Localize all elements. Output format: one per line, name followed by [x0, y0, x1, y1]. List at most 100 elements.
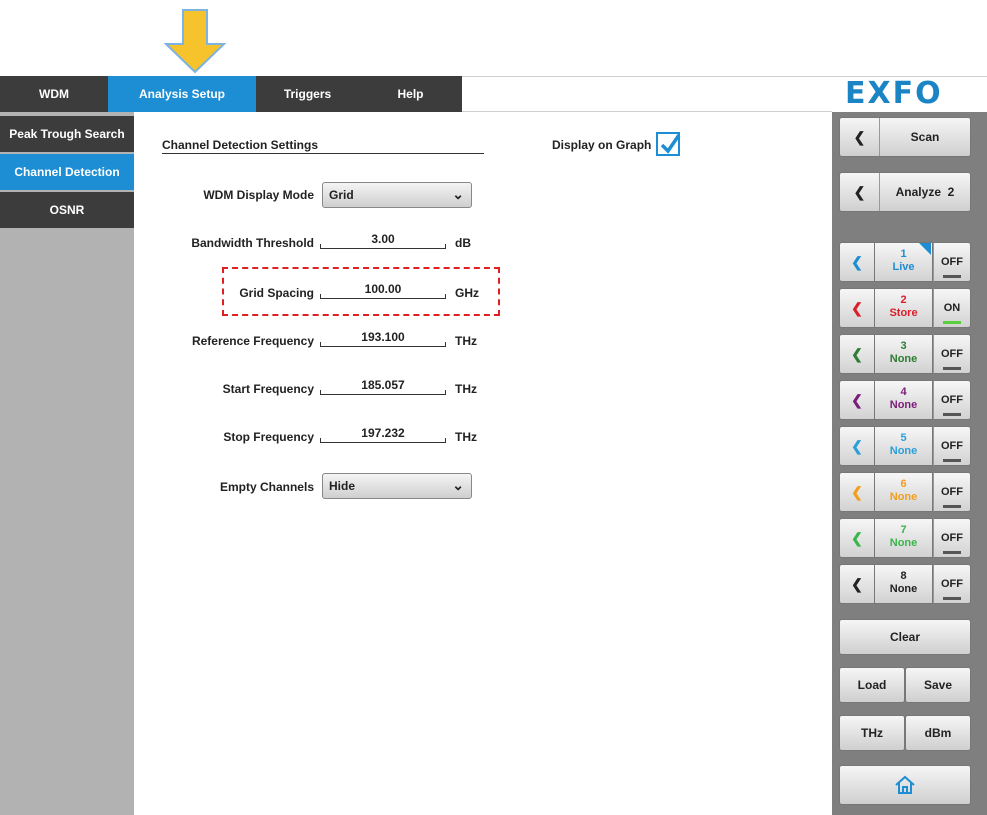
stop-frequency-value: 197.232: [361, 426, 405, 440]
left-sidebar: Peak Trough Search Channel Detection OSN…: [0, 112, 146, 815]
grid-spacing-label: Grid Spacing: [239, 286, 314, 300]
sidebar-item-osnr[interactable]: OSNR: [0, 192, 134, 228]
empty-channels-value: Hide: [329, 479, 356, 493]
tab-wdm[interactable]: WDM: [0, 76, 108, 112]
start-frequency-label: Start Frequency: [222, 382, 314, 396]
home-button[interactable]: [839, 765, 971, 805]
trace-number: 4: [900, 386, 907, 398]
state-indicator-icon: [943, 413, 961, 416]
state-indicator-icon: [943, 275, 961, 278]
reference-frequency-label: Reference Frequency: [191, 334, 314, 348]
trace-state: OFF: [941, 348, 963, 360]
trace-state: OFF: [941, 532, 963, 544]
scan-button[interactable]: ❮ Scan: [839, 117, 971, 157]
wdm-display-mode-select[interactable]: Grid ⌄: [322, 182, 472, 208]
start-frequency-field[interactable]: 185.057: [318, 378, 448, 398]
trace-toggle[interactable]: OFF: [933, 472, 971, 512]
trace-name: None: [889, 445, 918, 457]
trace-row: ❮ 8 None OFF: [839, 564, 971, 604]
trace-state: OFF: [941, 394, 963, 406]
reference-frequency-field[interactable]: 193.100: [318, 330, 448, 350]
chevron-left-icon[interactable]: ❮: [839, 518, 875, 558]
trace-selector[interactable]: 6 None: [875, 472, 933, 512]
clear-label: Clear: [889, 630, 921, 644]
chevron-left-icon[interactable]: ❮: [839, 288, 875, 328]
trace-toggle[interactable]: OFF: [933, 380, 971, 420]
trace-number: 2: [900, 294, 907, 306]
chevron-down-icon: ⌄: [452, 477, 464, 493]
thz-unit-button[interactable]: THz: [839, 715, 905, 751]
trace-state: OFF: [941, 486, 963, 498]
trace-row: ❮ 5 None OFF: [839, 426, 971, 466]
trace-selector[interactable]: 2 Store: [875, 288, 933, 328]
chevron-left-icon: ❮: [840, 118, 880, 156]
tab-triggers[interactable]: Triggers: [256, 76, 359, 112]
trace-toggle[interactable]: OFF: [933, 518, 971, 558]
trace-toggle[interactable]: OFF: [933, 426, 971, 466]
chevron-left-icon[interactable]: ❮: [839, 380, 875, 420]
trace-number: 5: [900, 432, 907, 444]
wdm-display-mode-value: Grid: [329, 188, 354, 202]
chevron-left-icon[interactable]: ❮: [839, 472, 875, 512]
chevron-left-icon[interactable]: ❮: [839, 334, 875, 374]
trace-number: 6: [900, 478, 907, 490]
save-button[interactable]: Save: [905, 667, 971, 703]
trace-name: None: [889, 491, 918, 503]
dbm-label: dBm: [924, 726, 952, 740]
sidebar-item-channel-detection[interactable]: Channel Detection: [0, 154, 146, 190]
load-button[interactable]: Load: [839, 667, 905, 703]
load-label: Load: [857, 678, 887, 692]
state-indicator-icon: [943, 505, 961, 508]
trace-toggle[interactable]: OFF: [933, 242, 971, 282]
chevron-down-icon: ⌄: [452, 186, 464, 202]
grid-spacing-unit: GHz: [455, 286, 479, 300]
trace-selector[interactable]: 5 None: [875, 426, 933, 466]
bandwidth-threshold-value: 3.00: [371, 232, 395, 246]
trace-name: Store: [889, 307, 918, 319]
trace-row: ❮ 3 None OFF: [839, 334, 971, 374]
grid-spacing-field[interactable]: 100.00: [318, 282, 448, 302]
trace-number: 7: [900, 524, 907, 536]
trace-name: None: [889, 583, 918, 595]
trace-toggle[interactable]: OFF: [933, 334, 971, 374]
trace-state: OFF: [941, 440, 963, 452]
top-menu-bar: WDM Analysis Setup Triggers Help EXFO: [0, 76, 987, 112]
chevron-left-icon[interactable]: ❮: [839, 426, 875, 466]
trace-selector[interactable]: 7 None: [875, 518, 933, 558]
chevron-left-icon: ❮: [840, 173, 880, 211]
trace-number: 8: [900, 570, 907, 582]
settings-panel: Channel Detection Settings Display on Gr…: [134, 112, 832, 815]
trace-row: ❮ 4 None OFF: [839, 380, 971, 420]
empty-channels-select[interactable]: Hide ⌄: [322, 473, 472, 499]
tab-analysis-setup[interactable]: Analysis Setup: [108, 76, 256, 112]
chevron-left-icon[interactable]: ❮: [839, 242, 875, 282]
trace-toggle[interactable]: OFF: [933, 564, 971, 604]
display-on-graph-checkbox[interactable]: [656, 132, 681, 156]
tab-help[interactable]: Help: [359, 76, 462, 112]
analyze-button[interactable]: ❮ Analyze 2: [839, 172, 971, 212]
trace-selector[interactable]: 8 None: [875, 564, 933, 604]
bandwidth-threshold-unit: dB: [455, 236, 471, 250]
stop-frequency-field[interactable]: 197.232: [318, 426, 448, 446]
bandwidth-threshold-field[interactable]: 3.00: [318, 232, 448, 252]
state-indicator-icon: [943, 321, 961, 324]
dbm-unit-button[interactable]: dBm: [905, 715, 971, 751]
chevron-left-icon[interactable]: ❮: [839, 564, 875, 604]
annotation-arrow-icon: [163, 9, 227, 74]
right-control-panel: ❮ Scan ❮ Analyze 2 ❮ 1 Live OFF ❮ 2 Store ON ❮ 3 N…: [832, 112, 987, 815]
trace-selector[interactable]: 4 None: [875, 380, 933, 420]
thz-label: THz: [861, 726, 883, 740]
trace-row: ❮ 7 None OFF: [839, 518, 971, 558]
trace-selector[interactable]: 3 None: [875, 334, 933, 374]
home-icon: [895, 775, 915, 794]
state-indicator-icon: [943, 597, 961, 600]
trace-state: ON: [943, 302, 961, 314]
sidebar-item-peak-trough-search[interactable]: Peak Trough Search: [0, 116, 134, 152]
display-on-graph-label: Display on Graph: [552, 138, 652, 152]
clear-button[interactable]: Clear: [839, 619, 971, 655]
empty-channels-label: Empty Channels: [219, 480, 314, 494]
state-indicator-icon: [943, 551, 961, 554]
state-indicator-icon: [943, 459, 961, 462]
trace-toggle[interactable]: ON: [933, 288, 971, 328]
start-frequency-unit: THz: [455, 382, 477, 396]
